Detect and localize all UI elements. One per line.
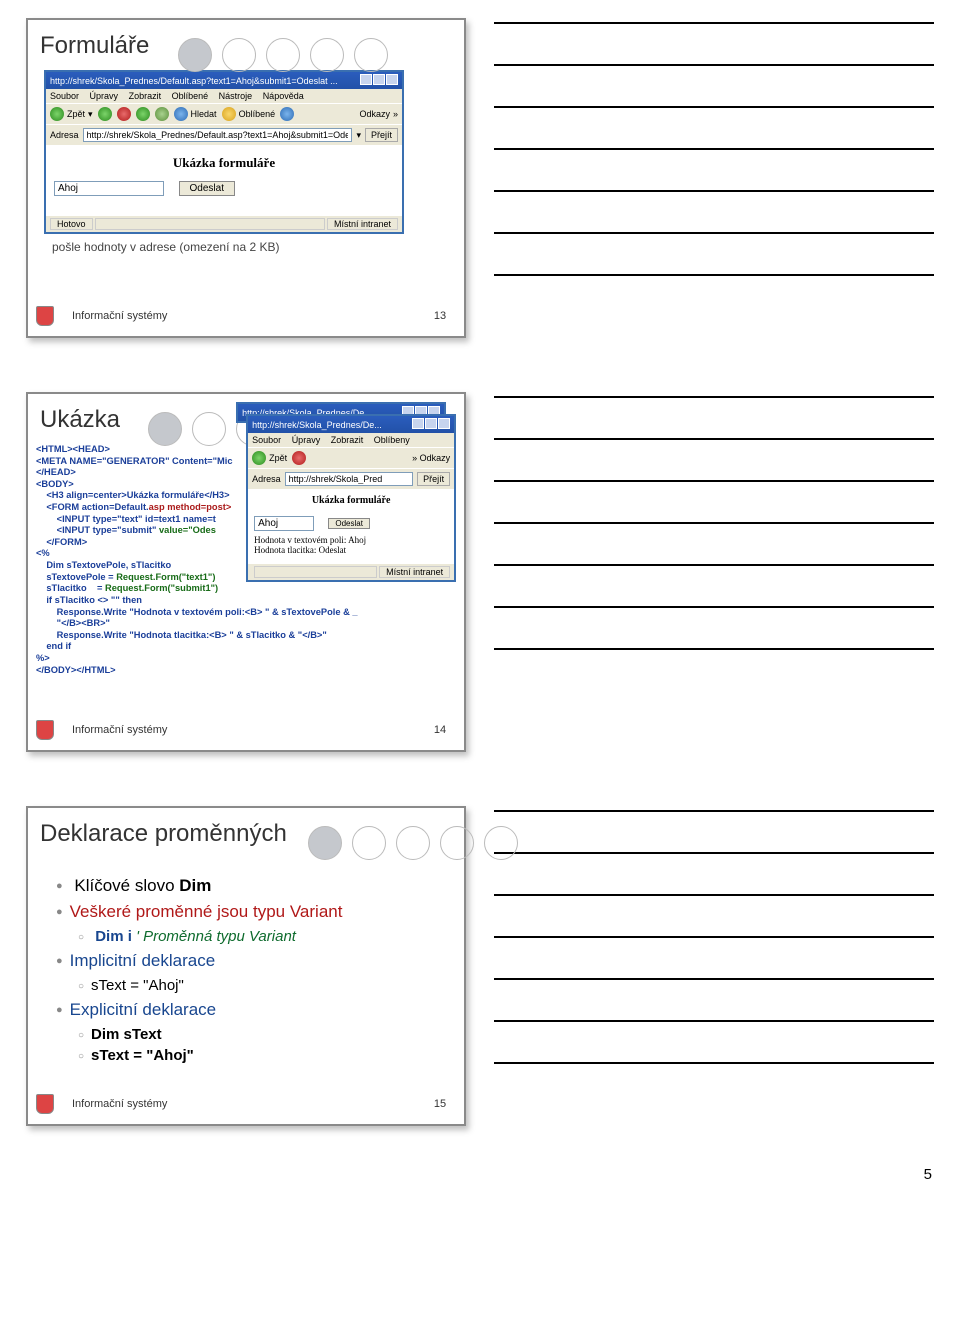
slide-14: Ukázka http://shrek/Skola_Prednes/De... … <box>26 392 466 752</box>
search-button[interactable]: Hledat <box>174 107 217 121</box>
slide-number: 14 <box>434 724 446 736</box>
menu-item[interactable]: Soubor <box>50 91 79 101</box>
decorative-circles <box>178 38 388 72</box>
page-viewport: Ukázka formuláře Odeslat <box>46 145 402 215</box>
list-item: Klíčové slovo Dim <box>56 876 456 896</box>
refresh-button[interactable] <box>136 107 150 121</box>
menu-bar[interactable]: Soubor Úpravy Zobrazit Oblíbené Nástroje… <box>46 89 402 103</box>
status-left: Hotovo <box>50 218 93 230</box>
status-right: Místní intranet <box>327 218 398 230</box>
status-bar: Hotovo Místní intranet <box>46 215 402 232</box>
form-text-input[interactable] <box>254 516 314 531</box>
list-item: Veškeré proměnné jsou typu Variant <box>56 902 456 922</box>
search-label: Hledat <box>191 109 217 119</box>
result-line: Hodnota tlacitka: Odeslat <box>254 545 448 555</box>
notes-lines <box>494 22 934 316</box>
slide-13: Formuláře http://shrek/Skola_Prednes/Def… <box>26 18 466 338</box>
decorative-circles <box>308 826 518 860</box>
slide-footer: Informační systémy 14 <box>46 724 446 736</box>
mini-browser-front: http://shrek/Skola_Prednes/De... Soubor … <box>246 414 456 582</box>
code-text: sText = "Ahoj" <box>91 1047 194 1064</box>
status-bar: Místní intranet <box>248 563 454 580</box>
footer-text: Informační systémy <box>72 724 167 736</box>
address-bar: Adresa ▾ Přejít <box>46 124 402 145</box>
window-controls[interactable] <box>411 418 450 431</box>
menu-item[interactable]: Oblíbeny <box>374 435 410 445</box>
list-item: Implicitní deklarace <box>56 951 456 971</box>
list-item: Explicitní deklarace <box>56 1000 456 1020</box>
toolbar: Zpět ▾ Hledat Oblíbené Odkazy » <box>46 103 402 124</box>
address-input[interactable] <box>285 472 413 486</box>
address-label: Adresa <box>252 474 281 484</box>
menu-item[interactable]: Zobrazit <box>331 435 364 445</box>
slide-number: 13 <box>434 310 446 322</box>
back-button[interactable]: Zpět ▾ <box>50 107 93 121</box>
slide-footer: Informační systémy 15 <box>46 1098 446 1110</box>
menu-item[interactable]: Soubor <box>252 435 281 445</box>
favorites-button[interactable]: Oblíbené <box>222 107 276 121</box>
list-item: Dim sText <box>78 1026 456 1043</box>
page-heading: Ukázka formuláře <box>254 495 448 506</box>
window-titlebar: http://shrek/Skola_Prednes/Default.asp?t… <box>46 72 402 89</box>
text-bold: Dim <box>179 876 211 895</box>
back-label: Zpět <box>67 109 85 119</box>
menu-item[interactable]: Úpravy <box>90 91 119 101</box>
back-button[interactable]: Zpět <box>252 451 287 465</box>
page-number: 5 <box>0 1162 960 1193</box>
comment-text: ' Proměnná typu Variant <box>136 928 296 945</box>
menu-item[interactable]: Zobrazit <box>129 91 162 101</box>
slide-footer: Informační systémy 13 <box>46 310 446 322</box>
page-heading: Ukázka formuláře <box>54 155 394 171</box>
notes-lines <box>494 396 934 690</box>
go-button[interactable]: Přejít <box>417 472 450 486</box>
form-submit-button[interactable]: Odeslat <box>328 518 370 529</box>
address-bar: Adresa Přejít <box>248 468 454 489</box>
menu-item[interactable]: Nápověda <box>263 91 304 101</box>
address-input[interactable] <box>83 128 353 142</box>
menu-item[interactable]: Oblíbené <box>172 91 209 101</box>
window-title: http://shrek/Skola_Prednes/Default.asp?t… <box>50 76 338 86</box>
bullet-list: Klíčové slovo Dim Veškeré proměnné jsou … <box>36 858 456 1108</box>
slide-15: Deklarace proměnných Klíčové slovo Dim V… <box>26 806 466 1126</box>
menu-item[interactable]: Nástroje <box>219 91 253 101</box>
go-button[interactable]: Přejít <box>365 128 398 142</box>
links-bar[interactable]: Odkazy » <box>359 109 398 119</box>
list-item: Dim i ' Proměnná typu Variant <box>78 928 456 945</box>
page-viewport: Ukázka formuláře Odeslat Hodnota v texto… <box>248 489 454 563</box>
links-label: Odkazy <box>359 109 390 119</box>
home-button[interactable] <box>155 107 169 121</box>
result-line: Hodnota v textovém poli: Ahoj <box>254 535 448 545</box>
address-dropdown-icon[interactable]: ▾ <box>356 130 361 141</box>
menu-item[interactable]: Úpravy <box>292 435 321 445</box>
media-button[interactable] <box>280 107 294 121</box>
footer-text: Informační systémy <box>72 1098 167 1110</box>
slide-number: 15 <box>434 1098 446 1110</box>
window-title: http://shrek/Skola_Prednes/De... <box>252 420 382 430</box>
footer-text: Informační systémy <box>72 310 167 322</box>
back-label: Zpět <box>269 453 287 463</box>
list-item: sText = "Ahoj" <box>78 977 456 994</box>
form-text-input[interactable] <box>54 181 164 196</box>
form-submit-button[interactable]: Odeslat <box>179 181 235 196</box>
menu-bar[interactable]: Soubor Úpravy Zobrazit Oblíbeny <box>248 433 454 447</box>
fav-label: Oblíbené <box>239 109 276 119</box>
text: Klíčové slovo <box>74 876 179 895</box>
toolbar: Zpět » Odkazy <box>248 447 454 468</box>
status-right: Místní intranet <box>379 566 450 578</box>
forward-button[interactable] <box>98 107 112 121</box>
window-controls[interactable] <box>359 74 398 87</box>
address-label: Adresa <box>50 130 79 140</box>
stop-button[interactable] <box>117 107 131 121</box>
notes-lines <box>494 810 934 1104</box>
links-label: Odkazy <box>420 453 451 463</box>
caption-partly-hidden: pošle hodnoty v adrese (omezení na 2 KB) <box>52 240 456 254</box>
code-text: Dim i <box>95 928 136 945</box>
browser-window: http://shrek/Skola_Prednes/Default.asp?t… <box>44 70 404 234</box>
links-bar[interactable]: » Odkazy <box>412 453 450 463</box>
list-item: sText = "Ahoj" <box>78 1047 456 1064</box>
stop-button[interactable] <box>292 451 306 465</box>
